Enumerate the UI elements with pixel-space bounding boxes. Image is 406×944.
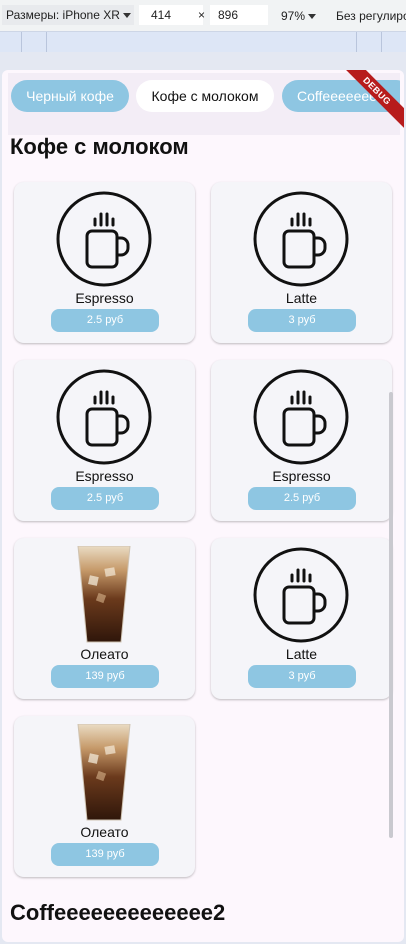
device-select[interactable]: Размеры: iPhone XR: [2, 5, 134, 25]
product-card[interactable]: Latte 3 руб: [211, 182, 392, 343]
coffee-mug-icon: [252, 190, 350, 288]
chevron-down-icon: [308, 14, 317, 20]
price-button[interactable]: 2.5 руб: [51, 309, 159, 332]
iced-coffee-image: [55, 723, 153, 822]
scrollbar[interactable]: [389, 392, 393, 838]
product-card[interactable]: Espresso 2.5 руб: [14, 360, 195, 521]
ruler-spacer: [0, 52, 406, 68]
tab-label: Черный кофе: [26, 88, 114, 104]
product-name: Latte: [285, 646, 318, 662]
price-button[interactable]: 139 руб: [51, 843, 159, 866]
price-button[interactable]: 139 руб: [51, 665, 159, 688]
coffee-mug-icon: [55, 368, 153, 466]
times-sign: ×: [198, 8, 206, 22]
zoom-select[interactable]: 97%: [281, 9, 317, 23]
product-name: Espresso: [75, 290, 134, 306]
price-button[interactable]: 3 руб: [248, 309, 356, 332]
height-input[interactable]: 896: [210, 5, 268, 25]
product-name: Espresso: [75, 468, 134, 484]
product-card[interactable]: Espresso 2.5 руб: [211, 360, 392, 521]
media-query-ruler: [0, 31, 406, 53]
iced-coffee-image: [55, 545, 153, 644]
price-button[interactable]: 2.5 руб: [51, 487, 159, 510]
tab-black-coffee[interactable]: Черный кофе: [11, 80, 129, 112]
product-card[interactable]: Espresso 2.5 руб: [14, 182, 195, 343]
category-tabs: Черный кофе Кофе с молоком Coffeeeeeee2: [8, 73, 400, 135]
product-name: Олеато: [80, 646, 129, 662]
chevron-down-icon: [122, 13, 131, 19]
coffee-mug-icon: [252, 368, 350, 466]
section-title: Кофе с молоком: [10, 134, 189, 159]
product-name: Олеато: [80, 824, 129, 840]
tab-label: Кофе с молоком: [151, 88, 259, 104]
throttle-select[interactable]: Без регулиро: [336, 9, 406, 23]
device-label: Размеры: iPhone XR: [6, 8, 120, 22]
throttle-value: Без регулиро: [336, 9, 406, 23]
coffee-mug-icon: [252, 546, 350, 644]
product-card[interactable]: Latte 3 руб: [211, 538, 392, 699]
device-viewport: Черный кофе Кофе с молоком Coffeeeeeee2 …: [2, 70, 404, 942]
product-name: Espresso: [272, 468, 331, 484]
width-value: 414: [151, 8, 172, 22]
price-button[interactable]: 3 руб: [248, 665, 356, 688]
tab-coffee-with-milk[interactable]: Кофе с молоком: [136, 80, 274, 112]
devtools-toolbar: Размеры: iPhone XR 414 × 896 97% Без рег…: [0, 0, 406, 31]
product-card[interactable]: Олеато 139 руб: [14, 538, 195, 699]
product-name: Latte: [285, 290, 318, 306]
coffee-mug-icon: [55, 190, 153, 288]
width-input[interactable]: 414: [139, 5, 203, 25]
product-card[interactable]: Олеато 139 руб: [14, 716, 195, 877]
zoom-value: 97%: [281, 9, 306, 23]
height-value: 896: [218, 8, 239, 22]
next-section-title: Coffeeeeeeeeeeeee2: [10, 900, 226, 925]
price-button[interactable]: 2.5 руб: [248, 487, 356, 510]
